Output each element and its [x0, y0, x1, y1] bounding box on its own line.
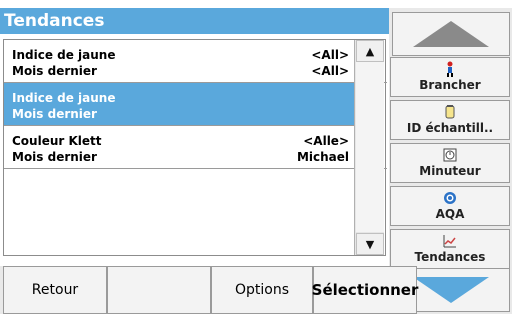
side-button-sample-id[interactable]: ID échantill.. — [390, 100, 510, 140]
page-title: Tendances — [0, 8, 389, 34]
list-item-selected[interactable]: Indice de jaune Mois dernier — [4, 83, 356, 126]
empty-bottom-button[interactable] — [107, 266, 211, 314]
list-scrollbar[interactable]: ▲ ▼ — [354, 40, 384, 255]
triangle-up-icon — [413, 21, 489, 47]
side-button-label: AQA — [435, 207, 465, 221]
sample-id-icon — [441, 104, 459, 120]
side-button-label: Tendances — [414, 250, 486, 264]
back-label: Retour — [31, 282, 79, 298]
back-button[interactable]: Retour — [3, 266, 107, 314]
side-button-label: ID échantill.. — [406, 121, 494, 135]
side-button-brancher[interactable]: Brancher — [390, 57, 510, 97]
list-item[interactable]: Couleur Klett Mois dernier <Alle> Michae… — [4, 126, 387, 169]
aqa-icon — [441, 190, 459, 206]
person-icon — [441, 61, 459, 77]
select-label: Sélectionner — [311, 281, 419, 299]
page-up-button[interactable] — [392, 12, 510, 56]
caret-up-icon: ▲ — [365, 44, 375, 58]
list-item[interactable]: Indice de jaune Mois dernier <All> <All> — [4, 40, 387, 83]
timer-icon — [441, 147, 459, 163]
list-item-value1: <All> — [311, 48, 349, 62]
trends-list: Indice de jaune Mois dernier <All> <All>… — [3, 39, 387, 256]
scroll-track[interactable] — [356, 62, 384, 232]
scroll-down-button[interactable]: ▼ — [356, 233, 384, 255]
options-button[interactable]: Options — [211, 266, 313, 314]
caret-down-icon: ▼ — [365, 237, 375, 251]
list-item-title: Indice de jaune — [12, 48, 116, 62]
list-item-period: Mois dernier — [12, 150, 97, 164]
select-button[interactable]: Sélectionner — [311, 266, 419, 314]
side-button-tendances[interactable]: Tendances — [390, 229, 510, 269]
triangle-down-icon — [413, 277, 489, 303]
side-button-timer[interactable]: Minuteur — [390, 143, 510, 183]
list-item-value2: Michael — [296, 150, 349, 164]
list-item-value2: <All> — [311, 64, 349, 78]
list-item-value1: <Alle> — [303, 134, 349, 148]
side-button-aqa[interactable]: AQA — [390, 186, 510, 226]
scroll-up-button[interactable]: ▲ — [356, 40, 384, 62]
list-item-period: Mois dernier — [12, 64, 97, 78]
side-button-label: Brancher — [419, 78, 481, 92]
side-button-label: Minuteur — [419, 164, 481, 178]
options-label: Options — [234, 282, 290, 298]
list-item-title: Indice de jaune — [12, 91, 116, 105]
trends-icon — [441, 233, 459, 249]
list-item-period: Mois dernier — [12, 107, 97, 121]
list-item-title: Couleur Klett — [12, 134, 102, 148]
